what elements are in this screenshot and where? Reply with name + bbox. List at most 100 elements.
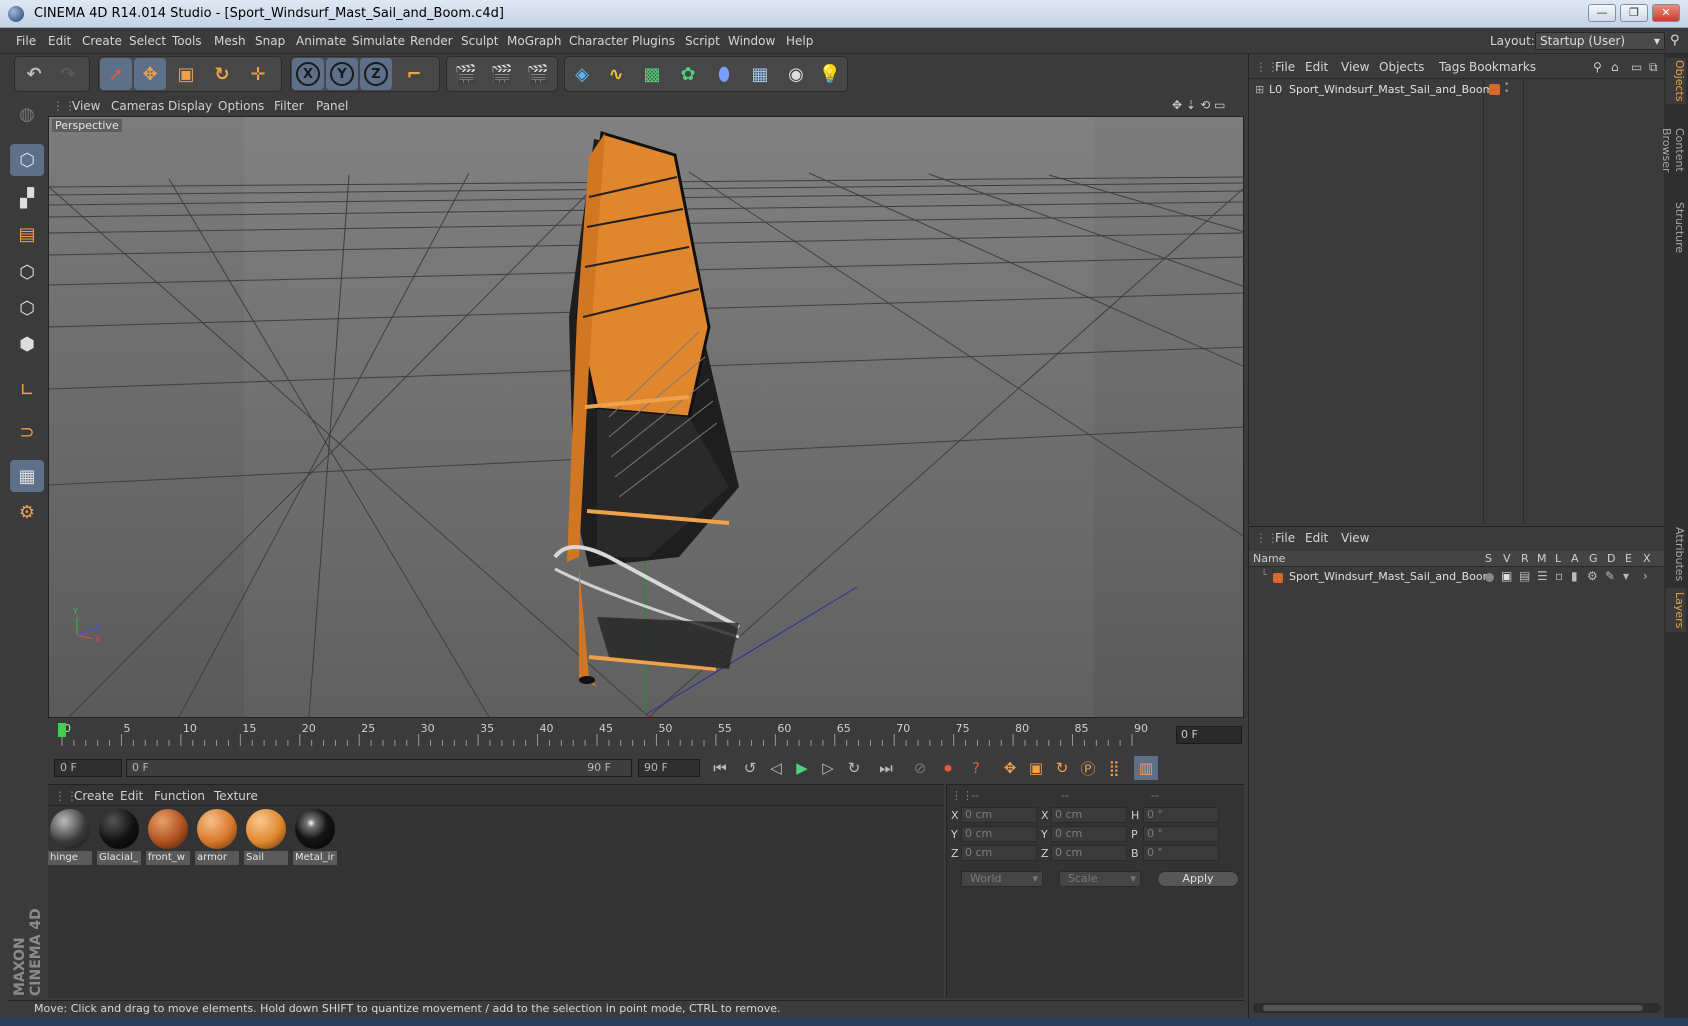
- viewport-menu-panel[interactable]: Panel: [316, 99, 348, 113]
- objects-menu-view[interactable]: View: [1341, 60, 1369, 74]
- column-d[interactable]: D: [1607, 552, 1615, 565]
- material-menu-edit[interactable]: Edit: [120, 789, 143, 803]
- layers-menu-view[interactable]: View: [1341, 531, 1369, 545]
- material-armor[interactable]: armor: [195, 807, 239, 865]
- object-row[interactable]: ⊞ L0 Sport_Windsurf_Mast_Sail_and_Boom •…: [1253, 81, 1661, 100]
- position-key-icon[interactable]: ✥: [998, 756, 1022, 780]
- solo-toggle[interactable]: [1485, 573, 1494, 582]
- menu-animate[interactable]: Animate: [296, 34, 346, 48]
- light-icon[interactable]: 💡: [814, 58, 846, 90]
- column-x[interactable]: X: [1643, 552, 1651, 565]
- play-icon[interactable]: ▶: [790, 756, 814, 780]
- polygons-mode-icon[interactable]: ⬢: [10, 328, 44, 360]
- viewport-menu-filter[interactable]: Filter: [274, 99, 304, 113]
- menu-sculpt[interactable]: Sculpt: [461, 34, 498, 48]
- layers-menu-file[interactable]: File: [1275, 531, 1295, 545]
- column-name[interactable]: Name: [1253, 552, 1285, 565]
- snap-magnet-icon[interactable]: ⊃: [10, 416, 44, 448]
- material-menu-texture[interactable]: Texture: [214, 789, 258, 803]
- timeline-ruler[interactable]: 0 5 10 15 20 25 30 35 40 45 50 55 60 65 70 75 80 85 90 0 F: [48, 720, 1244, 752]
- menu-mograph[interactable]: MoGraph: [507, 34, 562, 48]
- rot-b-field[interactable]: 0 °: [1143, 845, 1219, 861]
- camera-icon[interactable]: ◉: [780, 58, 812, 90]
- menu-character[interactable]: Character: [569, 34, 628, 48]
- spline-icon[interactable]: ∿: [600, 58, 632, 90]
- column-r[interactable]: R: [1521, 552, 1529, 565]
- texture-mode-icon[interactable]: ▞: [10, 182, 44, 214]
- viewport-menu-display[interactable]: Display: [168, 99, 212, 113]
- frame-range-slider[interactable]: 0 F 90 F: [126, 759, 632, 777]
- point-level-key-icon[interactable]: ⣿: [1102, 756, 1126, 780]
- objects-menu-bookmarks[interactable]: Bookmarks: [1469, 60, 1536, 74]
- rot-h-field[interactable]: 0 °: [1143, 807, 1219, 823]
- points-mode-icon[interactable]: ⬡: [10, 256, 44, 288]
- menu-edit[interactable]: Edit: [48, 34, 71, 48]
- go-to-end-icon[interactable]: ⏭: [874, 756, 898, 780]
- deformer-icon[interactable]: ⬮: [708, 58, 740, 90]
- generators-toggle-icon[interactable]: ⚙: [1587, 569, 1598, 583]
- go-to-start-icon[interactable]: ⏮: [708, 756, 732, 780]
- z-axis-lock-icon[interactable]: Z: [360, 58, 392, 90]
- search-icon[interactable]: ⚲: [1670, 33, 1684, 48]
- column-g[interactable]: G: [1589, 552, 1598, 565]
- tab-structure[interactable]: Structure: [1666, 202, 1686, 254]
- current-frame-field[interactable]: 0 F: [1176, 726, 1242, 744]
- cube-object-icon[interactable]: ◈: [566, 58, 598, 90]
- menu-help[interactable]: Help: [786, 34, 813, 48]
- scale-tool-icon[interactable]: ▣: [170, 58, 202, 90]
- visible-eye-icon[interactable]: ▣: [1501, 569, 1512, 583]
- material-sail[interactable]: Sail: [244, 807, 288, 865]
- expressions-toggle-icon[interactable]: ▾: [1623, 569, 1629, 583]
- deformers-toggle-icon[interactable]: ✎: [1605, 569, 1615, 583]
- next-key-icon[interactable]: ↻: [842, 756, 866, 780]
- material-hinge[interactable]: hinge: [48, 807, 92, 865]
- grid-lock-icon[interactable]: ▦: [10, 460, 44, 492]
- rotation-key-icon[interactable]: ↻: [1050, 756, 1074, 780]
- expand-icon[interactable]: ⊞: [1255, 83, 1264, 96]
- column-l[interactable]: L: [1555, 552, 1561, 565]
- previous-key-icon[interactable]: ↺: [738, 756, 762, 780]
- menu-window[interactable]: Window: [728, 34, 775, 48]
- undo-icon[interactable]: ↶: [18, 58, 50, 90]
- layout-dropdown[interactable]: Startup (User) ▾: [1535, 32, 1665, 50]
- visibility-dots-icon[interactable]: • •: [1504, 81, 1509, 97]
- viewport-menu-view[interactable]: View: [72, 99, 100, 113]
- column-m[interactable]: M: [1537, 552, 1547, 565]
- pos-y-field[interactable]: 0 cm: [961, 826, 1037, 842]
- objects-menu-edit[interactable]: Edit: [1305, 60, 1328, 74]
- y-axis-lock-icon[interactable]: Y: [326, 58, 358, 90]
- maximize-button[interactable]: ❐: [1620, 4, 1648, 22]
- column-e[interactable]: E: [1625, 552, 1632, 565]
- xrefs-toggle-icon[interactable]: ›: [1643, 569, 1648, 583]
- pos-z-field[interactable]: 0 cm: [961, 845, 1037, 861]
- timeline-window-icon[interactable]: ▥: [1134, 756, 1158, 780]
- tab-layers[interactable]: Layers: [1666, 588, 1686, 632]
- apply-button[interactable]: Apply: [1157, 871, 1239, 887]
- manager-toggle-icon[interactable]: ☰: [1537, 569, 1548, 583]
- render-toggle-icon[interactable]: ▤: [1519, 569, 1530, 583]
- collapse-icon[interactable]: ▭: [1631, 60, 1642, 74]
- playhead-marker[interactable]: [58, 723, 66, 737]
- layers-menu-edit[interactable]: Edit: [1305, 531, 1328, 545]
- move-tool-icon[interactable]: ✥: [134, 58, 166, 90]
- redo-icon[interactable]: ↷: [52, 58, 84, 90]
- menu-plugins[interactable]: Plugins: [632, 34, 675, 48]
- coordinate-system-dropdown[interactable]: World ▾: [961, 871, 1043, 887]
- objects-menu-file[interactable]: File: [1275, 60, 1295, 74]
- new-window-icon[interactable]: ⧉: [1649, 60, 1658, 75]
- coordinate-system-icon[interactable]: ⌐: [398, 58, 430, 90]
- menu-select[interactable]: Select: [129, 34, 166, 48]
- end-frame-field[interactable]: 90 F: [638, 759, 700, 777]
- keyframe-selection-icon[interactable]: ?: [964, 756, 988, 780]
- animation-toggle-icon[interactable]: ▮: [1571, 569, 1578, 583]
- x-axis-lock-icon[interactable]: X: [292, 58, 324, 90]
- material-menu-function[interactable]: Function: [154, 789, 205, 803]
- column-v[interactable]: V: [1503, 552, 1511, 565]
- render-picture-viewer-icon[interactable]: 🎬: [486, 58, 518, 90]
- size-mode-dropdown[interactable]: Scale ▾: [1059, 871, 1141, 887]
- scrollbar-thumb[interactable]: [1263, 1005, 1643, 1011]
- objects-menu-objects[interactable]: Objects: [1379, 60, 1424, 74]
- home-icon[interactable]: ⌂: [1611, 60, 1619, 74]
- tab-objects[interactable]: Objects: [1666, 58, 1686, 104]
- menu-mesh[interactable]: Mesh: [214, 34, 246, 48]
